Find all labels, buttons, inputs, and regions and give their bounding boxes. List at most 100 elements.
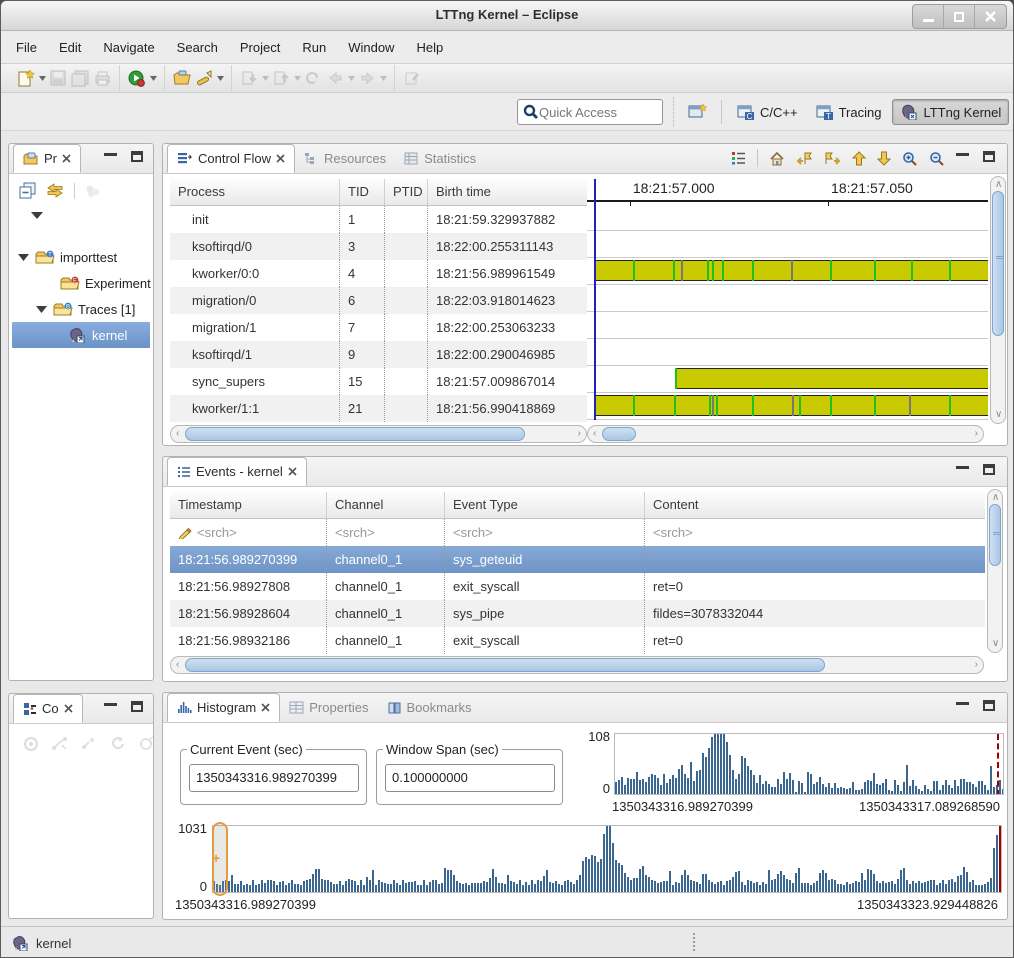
menu-search[interactable]: Search [166,36,229,59]
menu-help[interactable]: Help [405,36,454,59]
tree-item-importtest[interactable]: Timporttest [12,244,150,270]
column-header-ptid[interactable]: PTID [385,179,428,205]
current-event-field[interactable]: 1350343316.989270399 [189,764,359,792]
tab-project-explorer[interactable]: Pr [13,144,81,173]
tab-bookmarks[interactable]: Bookmarks [378,693,481,722]
scroll-left-icon[interactable]: ‹ [176,660,179,670]
menu-file[interactable]: File [5,36,48,59]
tab-properties[interactable]: Properties [280,693,377,722]
quick-access-input[interactable] [539,105,647,120]
zoom-out-icon[interactable] [929,151,945,166]
minimize-view-icon[interactable] [956,151,969,156]
event-row[interactable]: 18:21:56.989270399channel0_1sys_geteuid [170,546,985,573]
table-row[interactable]: init118:21:59.329937882 [170,206,587,233]
event-row[interactable]: 18:21:56.98927808channel0_1exit_syscallr… [170,573,985,600]
scroll-down-icon[interactable]: ∨ [992,639,999,649]
tree-item-kernel[interactable]: kernel [12,322,150,348]
histogram-full-range-chart[interactable] [212,825,1002,893]
events-filter-row[interactable]: <srch><srch><srch><srch> [170,519,985,546]
control-flow-chart-vscrollbar[interactable]: ∧ ∨ [990,176,1006,424]
column-header-tid[interactable]: TID [340,179,385,205]
close-icon[interactable] [64,704,73,713]
table-row[interactable]: migration/1718:22:00.253063233 [170,314,587,341]
minimize-view-icon[interactable] [104,701,117,706]
quick-access-box[interactable] [517,99,663,125]
menu-run[interactable]: Run [291,36,337,59]
new-wizard-icon[interactable] [15,68,37,88]
timeline-row-init[interactable] [587,204,988,231]
scroll-right-icon[interactable]: › [975,660,978,670]
next-event-flag-icon[interactable] [824,151,841,166]
close-button[interactable] [975,5,1006,28]
search-flashlight-icon[interactable] [193,68,215,88]
maximize-view-icon[interactable] [983,151,995,162]
open-perspective-button[interactable] [683,98,713,126]
maximize-view-icon[interactable] [983,700,995,711]
previous-event-flag-icon[interactable] [796,151,813,166]
event-row[interactable]: 18:21:56.98932186channel0_1exit_syscallr… [170,627,985,654]
timeline-row-sync_supers[interactable] [587,366,988,393]
tab-statistics[interactable]: Statistics [395,144,485,173]
minimize-view-icon[interactable] [956,700,969,705]
events-hscrollbar[interactable]: ‹ › [170,656,984,674]
menu-project[interactable]: Project [229,36,291,59]
menu-window[interactable]: Window [337,36,405,59]
control-flow-table-hscrollbar[interactable]: ‹ › [170,425,587,443]
control-flow-timeline-chart[interactable] [587,204,988,420]
scroll-left-icon[interactable]: ‹ [593,429,596,439]
new-wizard-menu-caret[interactable] [37,68,47,88]
perspective-tracing-button[interactable]: T Tracing [809,100,889,124]
view-menu-icon[interactable] [31,212,43,219]
link-with-editor-icon[interactable] [46,183,64,198]
perspective-lttng-button[interactable]: LTTng Kernel [892,99,1009,125]
scroll-right-icon[interactable]: › [975,429,978,439]
statusbar-drag-handle[interactable] [693,933,695,951]
timeline-row-migration-1[interactable] [587,312,988,339]
tab-control-flow[interactable]: Control Flow [167,144,295,173]
event-row[interactable]: 18:21:56.98928604channel0_1sys_pipefilde… [170,600,985,627]
collapse-all-icon[interactable] [19,182,36,199]
scroll-right-icon[interactable]: › [578,429,581,439]
table-row[interactable]: kworker/1:12118:21:56.990418869 [170,395,587,422]
column-header-process[interactable]: Process [170,179,340,205]
table-row[interactable]: kworker/0:0418:21:56.989961549 [170,260,587,287]
maximize-view-icon[interactable] [131,701,143,712]
expand-arrow-icon[interactable] [36,306,53,313]
show-legend-icon[interactable] [731,151,746,165]
close-icon[interactable] [261,703,270,712]
histogram-window-span-chart[interactable] [614,733,1004,795]
maximize-button[interactable] [944,5,975,28]
table-row[interactable]: ksoftirqd/1918:22:00.290046985 [170,341,587,368]
perspective-cpp-button[interactable]: C C/C++ [730,100,805,124]
scroll-up-icon[interactable]: ∧ [992,493,999,503]
table-row[interactable]: ksoftirqd/0318:22:00.255311143 [170,233,587,260]
timeline-row-migration-0[interactable] [587,285,988,312]
close-icon[interactable] [62,154,71,163]
histogram-selection-window[interactable]: + [212,822,228,896]
column-header-timestamp[interactable]: Timestamp [170,492,327,518]
close-icon[interactable] [276,154,285,163]
search-pencil-icon[interactable] [178,525,197,540]
menu-edit[interactable]: Edit [48,36,92,59]
control-flow-chart-hscrollbar[interactable]: ‹ › [587,425,984,443]
column-header-channel[interactable]: Channel [327,492,445,518]
minimize-view-icon[interactable] [956,464,969,469]
menu-navigate[interactable]: Navigate [92,36,165,59]
close-icon[interactable] [288,467,297,476]
expand-arrow-icon[interactable] [18,254,35,261]
reset-zoom-home-icon[interactable] [769,151,785,166]
zoom-in-icon[interactable] [902,151,918,166]
timeline-row-kworker-0-0[interactable] [587,258,988,285]
open-trace-icon[interactable] [171,68,193,88]
timeline-row-kworker-1-1[interactable] [587,393,988,420]
tab-histogram[interactable]: Histogram [167,693,280,722]
timeline-row-ksoftirqd-1[interactable] [587,339,988,366]
tab-control[interactable]: Co [13,694,83,723]
tab-events-kernel[interactable]: Events - kernel [167,457,307,486]
table-row[interactable]: sync_supers1518:21:57.009867014 [170,368,587,395]
window-span-field[interactable]: 0.100000000 [385,764,555,792]
scroll-down-icon[interactable]: ∨ [995,410,1002,420]
scroll-up-icon[interactable]: ∧ [995,180,1002,190]
tree-item-traces-1-[interactable]: BTraces [1] [12,296,150,322]
tab-resources[interactable]: Resources [295,144,395,173]
